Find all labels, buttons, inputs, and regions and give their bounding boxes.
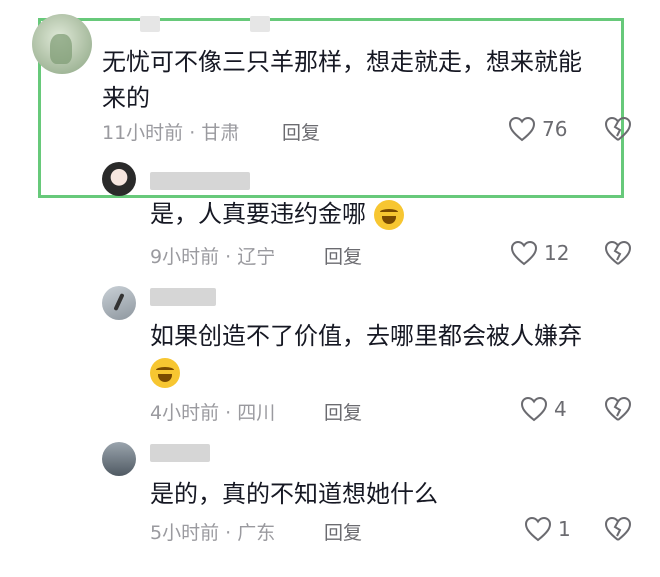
cry-laugh-emoji-icon — [150, 358, 180, 388]
avatar[interactable] — [102, 162, 136, 196]
reply-button[interactable]: 回复 — [324, 518, 362, 545]
comment-meta: 5小时前 · 广东 — [150, 518, 275, 545]
dislike-button[interactable] — [604, 396, 632, 422]
avatar[interactable] — [102, 286, 136, 320]
like-button[interactable]: 1 — [524, 516, 571, 542]
comment-time: 11小时前 — [102, 122, 184, 144]
like-count: 76 — [542, 117, 568, 141]
comment-time: 9小时前 — [150, 246, 220, 268]
reply-button[interactable]: 回复 — [324, 242, 362, 269]
heart-icon — [510, 240, 538, 266]
comment-text: 无忧可不像三只羊那样，想走就走，想来就能 来的 — [102, 44, 582, 116]
comment-meta: 9小时前 · 辽宁 — [150, 242, 275, 269]
broken-heart-icon — [604, 516, 632, 541]
broken-heart-icon — [604, 240, 632, 265]
comment-meta: 4小时前 · 四川 — [150, 398, 275, 425]
comment-location: 辽宁 — [237, 246, 276, 268]
dislike-button[interactable] — [604, 116, 632, 142]
redacted-username — [250, 16, 270, 32]
avatar[interactable] — [32, 14, 92, 74]
broken-heart-icon — [604, 396, 632, 421]
comment-body: 如果创造不了价值，去哪里都会被人嫌弃 — [150, 322, 582, 350]
comment-time: 4小时前 — [150, 402, 220, 424]
redacted-username — [150, 444, 210, 462]
meta-separator: · — [225, 246, 232, 268]
dislike-button[interactable] — [604, 516, 632, 542]
meta-separator: · — [189, 122, 196, 144]
avatar[interactable] — [102, 442, 136, 476]
broken-heart-icon — [604, 116, 632, 141]
comment-meta: 11小时前 · 甘肃 — [102, 118, 239, 145]
comment-location: 四川 — [237, 402, 276, 424]
dislike-button[interactable] — [604, 240, 632, 266]
like-button[interactable]: 76 — [508, 116, 567, 142]
redacted-username — [150, 288, 216, 306]
reply-button[interactable]: 回复 — [324, 398, 362, 425]
redacted-username — [150, 172, 250, 190]
heart-icon — [520, 396, 548, 422]
cry-laugh-emoji-icon — [373, 200, 404, 230]
comment-text: 如果创造不了价值，去哪里都会被人嫌弃 — [150, 318, 582, 390]
meta-separator: · — [225, 522, 232, 544]
comment-text: 是，人真要违约金哪 — [150, 196, 404, 232]
comment-body: 是的，真的不知道想她什么 — [150, 480, 438, 508]
comment-time: 5小时前 — [150, 522, 220, 544]
comment-text: 是的，真的不知道想她什么 — [150, 476, 438, 512]
like-count: 12 — [544, 241, 570, 265]
heart-icon — [524, 516, 552, 542]
comment-location: 广东 — [237, 522, 276, 544]
reply-button[interactable]: 回复 — [282, 118, 320, 145]
comment-location: 甘肃 — [201, 122, 240, 144]
comment-line: 来的 — [102, 84, 150, 112]
like-button[interactable]: 4 — [520, 396, 567, 422]
redacted-username — [140, 16, 160, 32]
meta-separator: · — [225, 402, 232, 424]
heart-icon — [508, 116, 536, 142]
comment-line: 无忧可不像三只羊那样，想走就走，想来就能 — [102, 48, 582, 76]
like-count: 1 — [558, 517, 571, 541]
comment-body: 是，人真要违约金哪 — [150, 200, 366, 228]
like-button[interactable]: 12 — [510, 240, 569, 266]
like-count: 4 — [554, 397, 567, 421]
